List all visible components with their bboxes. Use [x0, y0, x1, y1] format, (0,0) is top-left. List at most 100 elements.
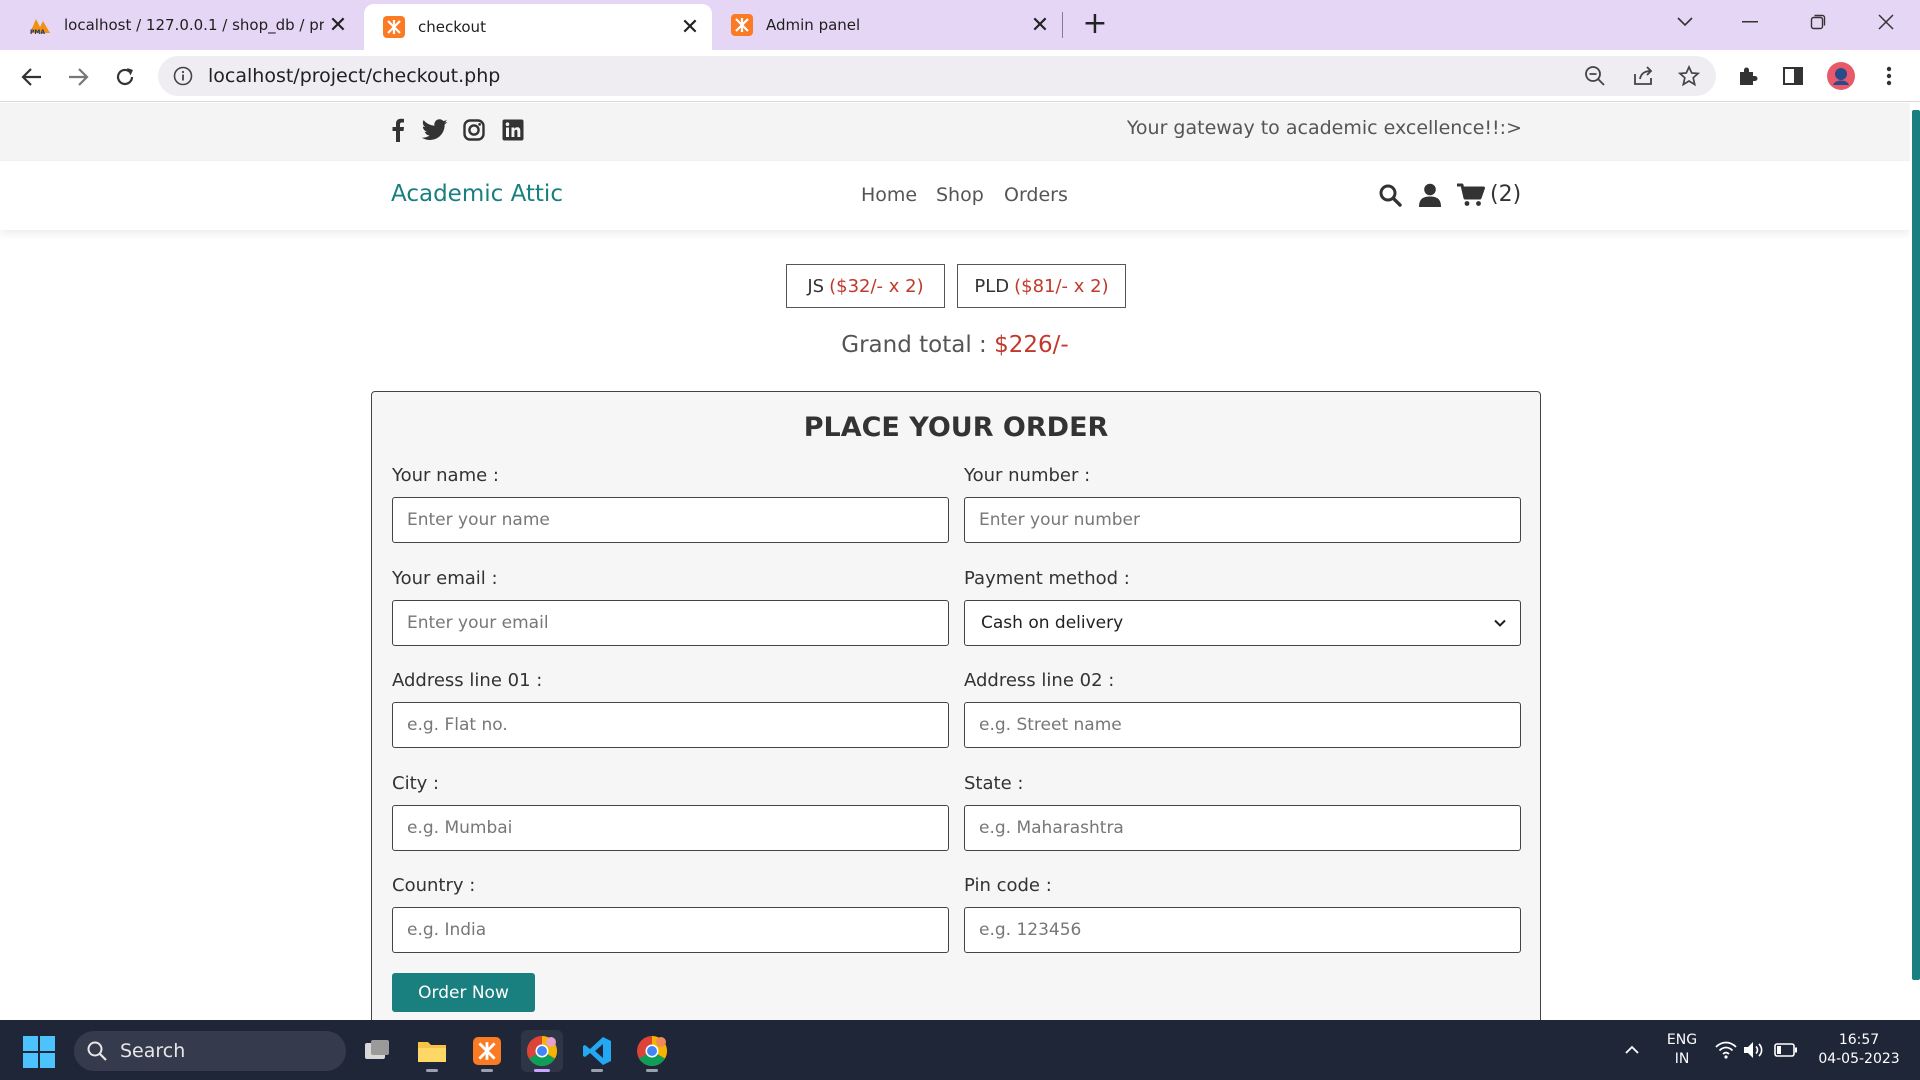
cart-icon[interactable]: [1456, 180, 1486, 210]
page-scrollbar-thumb[interactable]: [1912, 110, 1920, 980]
grand-total-amount: $226/-: [994, 332, 1069, 358]
battery-icon[interactable]: [1774, 1038, 1798, 1062]
language-indicator[interactable]: ENG IN: [1664, 1031, 1700, 1069]
phpmyadmin-icon: PMA: [28, 13, 52, 37]
nav-home[interactable]: Home: [861, 184, 917, 206]
clock-date: 04-05-2023: [1818, 1051, 1900, 1067]
grand-total: Grand total : $226/-: [0, 332, 1910, 358]
twitter-icon[interactable]: [420, 115, 450, 145]
address-bar-row: localhost/project/checkout.php: [0, 50, 1920, 102]
running-indicator: [426, 1069, 438, 1072]
email-label: Your email :: [392, 568, 498, 589]
cart-item-name: JS: [807, 275, 825, 297]
facebook-icon[interactable]: [383, 115, 413, 145]
file-explorer-icon[interactable]: [411, 1030, 453, 1072]
cart-item-price: ($81/- x 2): [1014, 275, 1109, 297]
form-title: PLACE YOUR ORDER: [803, 412, 1109, 443]
xampp-icon[interactable]: [466, 1030, 508, 1072]
address2-input[interactable]: [964, 702, 1521, 748]
clock[interactable]: 16:57 04-05-2023: [1812, 1031, 1906, 1069]
side-panel-icon[interactable]: [1776, 59, 1810, 93]
share-icon[interactable]: [1626, 59, 1660, 93]
running-indicator: [534, 1069, 550, 1072]
tab-checkout[interactable]: checkout ✕: [364, 4, 712, 50]
taskbar-search[interactable]: Search: [74, 1031, 346, 1071]
omnibox[interactable]: localhost/project/checkout.php: [158, 56, 1716, 96]
close-icon[interactable]: ✕: [676, 13, 704, 41]
menu-icon[interactable]: [1872, 59, 1906, 93]
state-label: State :: [964, 773, 1024, 794]
city-label: City :: [392, 773, 440, 794]
payment-method-label: Payment method :: [964, 568, 1130, 589]
chevron-down-icon: [1494, 619, 1506, 627]
new-tab-button[interactable]: +: [1078, 8, 1112, 42]
tab-separator: [1062, 12, 1063, 38]
extensions-icon[interactable]: [1730, 59, 1764, 93]
order-now-button[interactable]: Order Now: [392, 973, 535, 1012]
country-label: Country :: [392, 875, 476, 896]
cart-count[interactable]: (2): [1490, 182, 1521, 207]
clock-time: 16:57: [1838, 1032, 1880, 1048]
minimize-button[interactable]: [1720, 0, 1780, 44]
city-input[interactable]: [392, 805, 949, 851]
cart-item-price: ($32/- x 2): [829, 275, 924, 297]
info-icon[interactable]: [172, 65, 194, 87]
address1-input[interactable]: [392, 702, 949, 748]
running-indicator: [591, 1069, 603, 1072]
site-logo[interactable]: Academic Attic: [391, 181, 563, 207]
tab-phpmyadmin[interactable]: PMA localhost / 127.0.0.1 / shop_db / pr…: [10, 0, 360, 50]
search-icon[interactable]: [1375, 180, 1405, 210]
chevron-up-icon[interactable]: [1620, 1038, 1644, 1062]
nav-shop[interactable]: Shop: [936, 184, 984, 206]
chrome-icon[interactable]: [521, 1030, 563, 1072]
payment-method-select[interactable]: Cash on delivery: [964, 600, 1521, 646]
grand-total-label: Grand total :: [841, 332, 987, 358]
pincode-label: Pin code :: [964, 875, 1052, 896]
url-text[interactable]: localhost/project/checkout.php: [208, 65, 500, 87]
restore-button[interactable]: [1788, 0, 1848, 44]
wifi-icon[interactable]: [1714, 1038, 1738, 1062]
payment-method-value: Cash on delivery: [981, 613, 1124, 633]
instagram-icon[interactable]: [459, 115, 489, 145]
back-button[interactable]: [15, 60, 49, 94]
nav-orders[interactable]: Orders: [1004, 184, 1068, 206]
volume-icon[interactable]: [1742, 1038, 1766, 1062]
taskbar-search-label: Search: [120, 1040, 186, 1062]
svg-text:PMA: PMA: [30, 29, 45, 35]
close-window-button[interactable]: [1856, 0, 1916, 44]
state-input[interactable]: [964, 805, 1521, 851]
search-icon: [86, 1040, 108, 1062]
zoom-icon[interactable]: [1578, 59, 1612, 93]
profile-avatar[interactable]: [1824, 59, 1858, 93]
name-input[interactable]: [392, 497, 949, 543]
xampp-icon: [730, 13, 754, 37]
region-code: IN: [1674, 1051, 1690, 1067]
address2-label: Address line 02 :: [964, 670, 1115, 691]
bookmark-star-icon[interactable]: [1672, 59, 1706, 93]
linkedin-icon[interactable]: [498, 115, 528, 145]
task-view-icon[interactable]: [356, 1030, 398, 1072]
pincode-input[interactable]: [964, 907, 1521, 953]
forward-button[interactable]: [61, 60, 95, 94]
user-icon[interactable]: [1415, 180, 1445, 210]
email-input[interactable]: [392, 600, 949, 646]
reload-button[interactable]: [108, 60, 142, 94]
close-icon[interactable]: ✕: [324, 11, 352, 39]
running-indicator: [481, 1069, 493, 1072]
tagline: Your gateway to academic excellence!!:>: [1126, 117, 1522, 139]
tab-title: checkout: [418, 18, 486, 36]
windows-start-icon[interactable]: [23, 1036, 55, 1068]
chrome-profile-icon[interactable]: [631, 1030, 673, 1072]
vscode-icon[interactable]: [576, 1030, 618, 1072]
close-icon[interactable]: ✕: [1026, 11, 1054, 39]
tab-search-button[interactable]: [1655, 0, 1715, 44]
country-input[interactable]: [392, 907, 949, 953]
tab-title: Admin panel: [766, 16, 861, 34]
number-input[interactable]: [964, 497, 1521, 543]
number-label: Your number :: [964, 465, 1091, 486]
address1-label: Address line 01 :: [392, 670, 543, 691]
top-info-strip: [0, 103, 1910, 161]
cart-item-name: PLD: [974, 275, 1010, 297]
tab-admin-panel[interactable]: Admin panel ✕: [712, 0, 1062, 50]
name-label: Your name :: [392, 465, 499, 486]
